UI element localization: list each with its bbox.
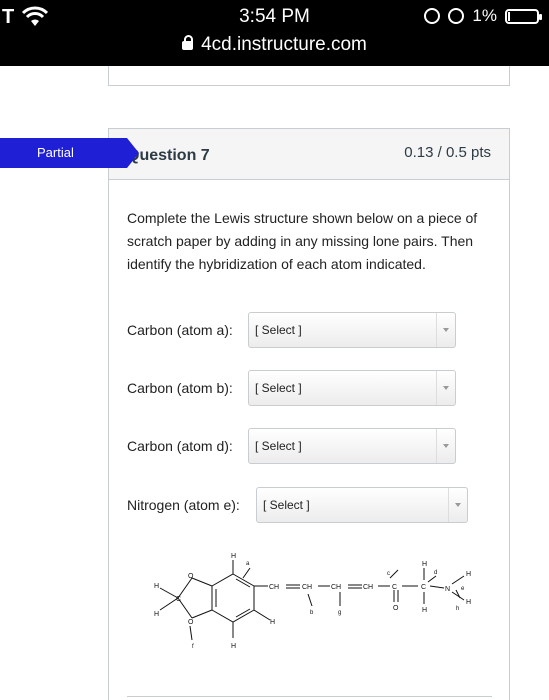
svg-text:H: H [154,583,159,590]
answer-row-atom-b: Carbon (atom b): [127,370,233,406]
svg-text:H: H [231,553,236,560]
select-value: [ Select ] [263,498,310,512]
svg-text:CH: CH [302,584,312,591]
status-badge-label: Partial [37,145,74,160]
battery-icon [505,8,542,24]
status-badge: Partial [0,138,139,168]
answer-label: Nitrogen (atom e): [127,497,240,513]
answer-row-atom-d: Carbon (atom d): [127,428,233,464]
svg-text:C: C [421,584,426,591]
svg-text:f: f [192,644,194,650]
svg-text:e: e [461,586,465,592]
svg-text:O: O [188,619,194,626]
answer-row-atom-e: Nitrogen (atom e): [127,487,240,523]
svg-text:N: N [445,586,450,593]
svg-text:H: H [231,643,236,650]
answer-label: Carbon (atom a): [127,322,233,338]
svg-text:g: g [338,610,341,616]
answer-row-atom-a: Carbon (atom a): [127,312,233,348]
battery-percent: 1% [472,6,497,25]
svg-text:H: H [422,561,427,568]
svg-text:b: b [310,610,314,616]
svg-text:c: c [387,571,390,577]
svg-text:H: H [466,571,471,578]
svg-text:O: O [393,605,399,612]
svg-text:CH: CH [363,584,373,591]
status-icons: 1% [424,6,542,26]
svg-text:H: H [466,599,471,606]
previous-question-card [108,66,510,86]
padlock-icon [182,35,194,50]
select-value: [ Select ] [255,381,302,395]
select-atom-d[interactable]: [ Select ] [248,428,456,464]
chevron-down-icon [443,386,449,390]
svg-text:d: d [434,570,437,576]
rotation-lock-icon [424,8,441,24]
svg-text:H: H [422,607,427,614]
select-atom-a[interactable]: [ Select ] [248,312,456,348]
svg-text:C: C [392,584,397,591]
chevron-down-icon [443,328,449,332]
select-atom-b[interactable]: [ Select ] [248,370,456,406]
svg-text:CH: CH [269,584,279,591]
question-title: Question 7 [127,147,210,164]
answer-label: Carbon (atom b): [127,380,233,396]
select-value: [ Select ] [255,323,302,337]
svg-text:C: C [176,596,181,603]
ios-status-bar: T 3:54 PM 1% 4cd.instructure.com [0,0,549,66]
svg-text:H: H [270,619,275,626]
url-bar[interactable]: 4cd.instructure.com [0,34,549,56]
svg-text:h: h [456,606,459,612]
svg-text:a: a [246,561,250,567]
question-text: Complete the Lewis structure shown below… [127,210,478,272]
url-text: 4cd.instructure.com [201,34,367,55]
svg-text:O: O [188,573,194,580]
select-atom-e[interactable]: [ Select ] [256,487,468,523]
divider [127,696,492,697]
svg-text:H: H [154,611,159,618]
svg-text:CH: CH [331,584,341,591]
question-header: Question 7 0.13 / 0.5 pts [109,129,509,180]
question-points: 0.13 / 0.5 pts [404,144,491,161]
select-value: [ Select ] [255,439,302,453]
answer-label: Carbon (atom d): [127,438,233,454]
chevron-down-icon [443,444,449,448]
lewis-structure-diagram: H H H O O C H H CH CH CH CH C O C H H N … [154,553,471,650]
alarm-icon [448,8,465,24]
chevron-down-icon [455,503,461,507]
